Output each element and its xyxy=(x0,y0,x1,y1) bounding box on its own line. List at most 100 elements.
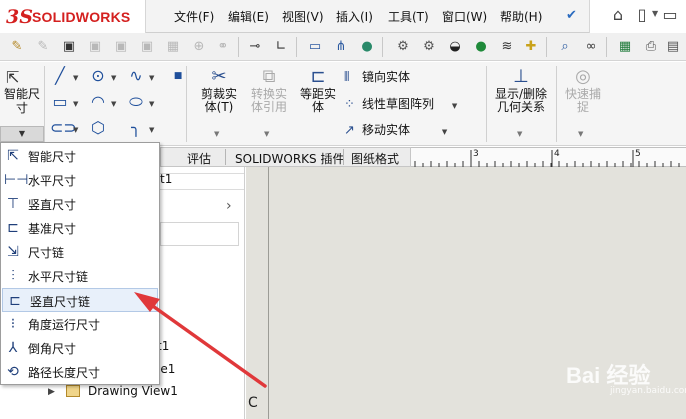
circle-icon[interactable]: ⊙ xyxy=(88,66,108,86)
solidworks-logo[interactable]: 3S SOLIDWORKS xyxy=(0,0,146,33)
point-icon[interactable]: ■ xyxy=(168,66,188,86)
open-folder-icon[interactable]: ▭ xyxy=(660,5,680,25)
smart-dimension-button[interactable]: ⇱ 智能尺寸 ▼ xyxy=(0,62,44,146)
options-icon[interactable]: ⚙ xyxy=(420,38,438,56)
tab-sheet-format[interactable]: 图纸格式 xyxy=(351,150,399,167)
new-document-icon[interactable]: ▯ xyxy=(632,5,652,25)
chevron-down-icon[interactable]: ▼ xyxy=(517,130,522,138)
chevron-down-icon[interactable]: ▼ xyxy=(149,100,154,108)
slot-icon[interactable]: ⊂⊃ xyxy=(50,118,77,138)
chevron-down-icon[interactable]: ▼ xyxy=(73,100,78,108)
search-icon[interactable]: ⌕ xyxy=(556,38,574,56)
tab-addins[interactable]: SOLIDWORKS 插件 xyxy=(235,150,344,167)
chevron-down-icon[interactable]: ▼ xyxy=(73,74,78,82)
binoculars-icon[interactable]: ∞ xyxy=(582,38,600,56)
plus-box-icon[interactable]: ✚ xyxy=(522,38,540,56)
linear-pattern-button[interactable]: ⁘ 线性草图阵列 ▼ xyxy=(344,95,457,112)
chevron-down-icon[interactable]: ▼ xyxy=(111,74,116,82)
menu-view[interactable]: 视图(V) xyxy=(282,8,324,25)
quick-snap-button[interactable]: ◎ 快速捕捉 xyxy=(560,66,606,114)
mirror-entities-button[interactable]: ⫴ 镜向实体 xyxy=(344,68,410,85)
vertical-dimension-icon: ⊤ xyxy=(6,196,20,212)
home-icon[interactable]: ⌂ xyxy=(608,5,628,25)
balloon-icon[interactable]: ▣ xyxy=(60,38,78,56)
datum-icon[interactable]: ▣ xyxy=(86,38,104,56)
globe-icon[interactable]: ● xyxy=(358,38,376,56)
chevron-down-icon[interactable]: ▼ xyxy=(264,130,269,138)
tree-item-drawing-view[interactable]: Drawing View1 xyxy=(88,384,178,398)
menu-item-horizontal-ordinate[interactable]: ⫶ 水平尺寸链 xyxy=(1,264,159,288)
chevron-down-icon[interactable]: ▼ xyxy=(149,74,154,82)
menu-item-ordinate-dimension[interactable]: ⇲ 尺寸链 xyxy=(1,240,159,264)
display-relations-button[interactable]: ⊥ 显示/删除几何关系 xyxy=(490,66,552,114)
trim-entities-button[interactable]: ✂ 剪裁实体(T) xyxy=(196,66,242,114)
menu-item-path-length[interactable]: ⟲ 路径长度尺寸 xyxy=(1,360,159,384)
chevron-down-icon[interactable]: ▼ xyxy=(442,128,447,136)
weld-icon[interactable]: ▣ xyxy=(112,38,130,56)
move-entities-button[interactable]: ↗ 移动实体 ▼ xyxy=(344,121,447,138)
path-length-icon: ⟲ xyxy=(7,364,19,380)
dimension-dropdown-menu: ⇱ 智能尺寸 ⊢⊣ 水平尺寸 ⊤ 竖直尺寸 ⊏ 基准尺寸 ⇲ 尺寸链 ⫶ 水平尺… xyxy=(0,142,160,385)
chevron-down-icon[interactable]: ▼ xyxy=(111,100,116,108)
gear-icon[interactable]: ⚙ xyxy=(394,38,412,56)
tree-item-partial[interactable]: t1 xyxy=(160,172,172,186)
linear-pattern-icon: ⁘ xyxy=(344,97,355,112)
convert-entities-button[interactable]: ⧉ 转换实体引用 xyxy=(246,66,292,114)
polygon-icon[interactable]: ⬡ xyxy=(88,118,108,138)
filter-box[interactable] xyxy=(160,222,239,246)
menu-item-horizontal-dimension[interactable]: ⊢⊣ 水平尺寸 xyxy=(1,168,159,192)
wave-icon[interactable]: ≋ xyxy=(498,38,516,56)
bowl-icon[interactable]: ◒ xyxy=(446,38,464,56)
menu-item-smart-dimension[interactable]: ⇱ 智能尺寸 xyxy=(1,144,159,168)
surface-finish-icon[interactable]: ▣ xyxy=(138,38,156,56)
fillet-icon[interactable]: ╮ xyxy=(126,118,146,138)
pin-icon[interactable]: ✔ xyxy=(566,8,577,23)
link-icon[interactable]: ⚭ xyxy=(214,38,232,56)
mirror-label: 镜向实体 xyxy=(362,70,411,84)
menu-help[interactable]: 帮助(H) xyxy=(500,8,542,25)
menu-insert[interactable]: 插入(I) xyxy=(336,8,373,25)
excel-icon[interactable]: ▦ xyxy=(616,38,634,56)
menu-item-vertical-ordinate[interactable]: ⊏ 竖直尺寸链 xyxy=(2,288,158,312)
chevron-right-icon[interactable]: › xyxy=(226,198,232,214)
location-pin-icon[interactable]: ● xyxy=(472,38,490,56)
toolbar-divider xyxy=(606,37,607,57)
menu-item-vertical-dimension[interactable]: ⊤ 竖直尺寸 xyxy=(1,192,159,216)
note-icon[interactable]: ✎ xyxy=(34,38,52,56)
center-mark-icon[interactable]: ⊕ xyxy=(190,38,208,56)
menu-item-angular-running[interactable]: ⁝ 角度运行尺寸 xyxy=(1,312,159,336)
menu-item-chamfer-dimension[interactable]: ⅄ 倒角尺寸 xyxy=(1,336,159,360)
chevron-down-icon[interactable]: ▼ xyxy=(73,126,78,134)
annotation-icon[interactable]: ✎ xyxy=(8,38,26,56)
menu-tools[interactable]: 工具(T) xyxy=(388,8,429,25)
display-relations-label: 显示/删除几何关系 xyxy=(494,87,548,114)
line-icon[interactable]: ╱ xyxy=(50,66,70,86)
chevron-down-icon[interactable]: ▼ xyxy=(452,102,457,110)
key-icon[interactable]: ⊸ xyxy=(246,38,264,56)
network-icon[interactable]: ⋔ xyxy=(332,38,350,56)
chevron-down-icon[interactable]: ▼ xyxy=(578,130,583,138)
sheet-icon[interactable]: ▤ xyxy=(664,38,682,56)
panel-divider xyxy=(160,189,244,190)
rectangle-icon[interactable]: ▭ xyxy=(50,92,70,112)
tab-evaluate[interactable]: 评估 xyxy=(187,150,211,167)
menu-item-label: 倒角尺寸 xyxy=(28,342,77,356)
print-icon[interactable]: ⎙ xyxy=(642,38,660,56)
menu-edit[interactable]: 编辑(E) xyxy=(228,8,269,25)
corner-icon[interactable]: ∟ xyxy=(272,38,290,56)
menu-item-baseline-dimension[interactable]: ⊏ 基准尺寸 xyxy=(1,216,159,240)
vertical-ordinate-icon: ⊏ xyxy=(9,293,21,309)
menu-file[interactable]: 文件(F) xyxy=(174,8,214,25)
spline-icon[interactable]: ∿ xyxy=(126,66,146,86)
chevron-down-icon[interactable]: ▼ xyxy=(214,130,219,138)
chevron-down-icon[interactable]: ▼ xyxy=(652,9,658,18)
chevron-down-icon[interactable]: ▼ xyxy=(149,126,154,134)
smart-dimension-dropdown[interactable]: ▼ xyxy=(0,126,44,142)
ellipse-icon[interactable]: ⬭ xyxy=(126,92,146,112)
hatch-icon[interactable]: ▦ xyxy=(164,38,182,56)
expand-arrow-icon[interactable]: ▶ xyxy=(48,387,55,397)
menu-window[interactable]: 窗口(W) xyxy=(442,8,487,25)
monitor-icon[interactable]: ▭ xyxy=(306,38,324,56)
offset-entities-button[interactable]: ⊏ 等距实体 xyxy=(296,66,340,114)
arc-icon[interactable]: ◠ xyxy=(88,92,108,112)
